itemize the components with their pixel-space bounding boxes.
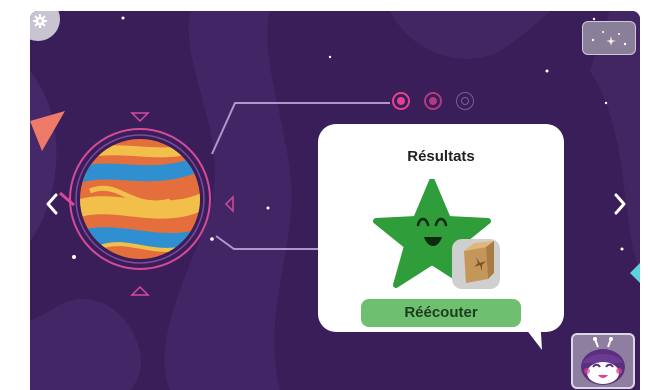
cardboard-box-icon [452, 239, 500, 289]
map-button[interactable] [582, 21, 636, 55]
chevron-left-icon [46, 193, 58, 215]
replay-button[interactable]: Réécouter [361, 299, 521, 327]
robot-mascot-icon [581, 337, 625, 385]
smiling-star-icon [373, 178, 500, 289]
progress-dot-3[interactable] [456, 92, 474, 110]
game-stage: Résultats Réécouter [30, 11, 640, 390]
results-card: Résultats Réécouter [318, 124, 564, 332]
star-map-icon [591, 31, 627, 46]
previous-arrow-button[interactable] [40, 189, 64, 219]
progress-dot-1[interactable] [392, 92, 410, 110]
result-star [370, 178, 505, 304]
next-arrow-button[interactable] [608, 189, 632, 219]
progress-dot-2[interactable] [424, 92, 442, 110]
chevron-right-icon [614, 193, 626, 215]
gear-icon [33, 14, 47, 28]
mascot-avatar-button[interactable] [571, 333, 635, 389]
results-title: Résultats [407, 148, 475, 165]
